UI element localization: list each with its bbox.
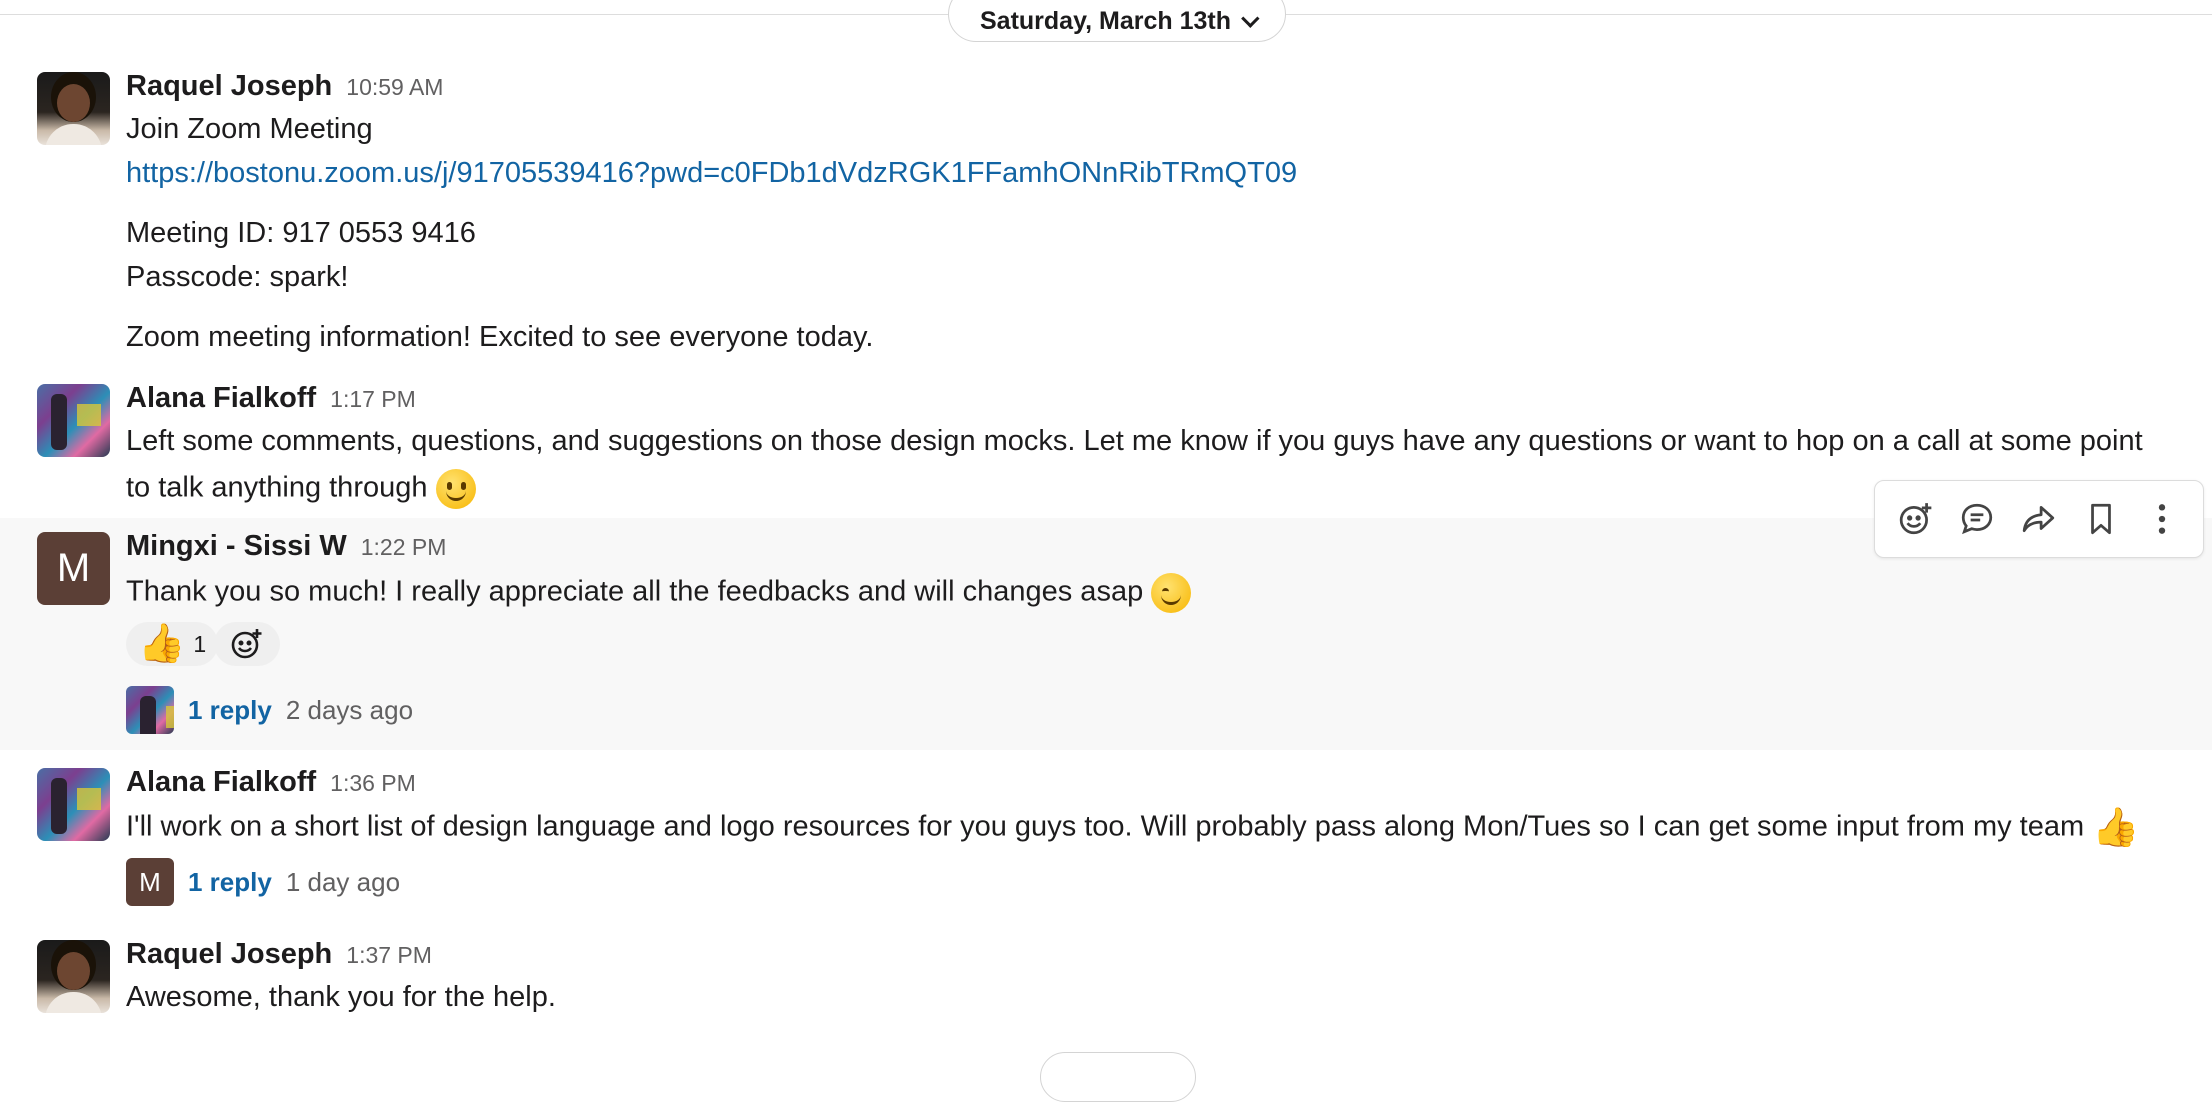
message-link[interactable]: https://bostonu.zoom.us/j/91705539416?pw… — [126, 157, 1297, 190]
slightly-smiling-face-icon — [435, 469, 476, 509]
thread-avatar: M — [126, 858, 174, 906]
more-actions-icon — [2158, 504, 2166, 534]
thumbsup-icon: 👍 — [2092, 807, 2140, 849]
share-icon — [2022, 505, 2055, 533]
message: Raquel Joseph 10:59 AM Join Zoom Meeting … — [0, 60, 2212, 360]
more-actions-button[interactable] — [2138, 495, 2186, 543]
message-timestamp[interactable]: 1:36 PM — [330, 770, 416, 796]
message-actions-toolbar — [1874, 480, 2204, 558]
message-text: I'll work on a short list of design lang… — [126, 807, 2140, 849]
add-reaction-button[interactable] — [214, 622, 280, 666]
next-date-divider[interactable] — [1040, 1052, 1196, 1102]
avatar[interactable] — [37, 940, 110, 1013]
message-author[interactable]: Alana Fialkoff 1:36 PM — [126, 766, 416, 799]
reply-in-thread-icon — [1962, 503, 1993, 535]
message-text: to talk anything through — [126, 469, 476, 509]
bookmark-icon — [2090, 503, 2111, 535]
thread-avatar — [126, 686, 174, 734]
bookmark-button[interactable] — [2077, 495, 2125, 543]
message-text: Join Zoom Meeting — [126, 113, 373, 145]
thread-reply-link[interactable]: 1 reply — [188, 867, 272, 898]
message-text: Left some comments, questions, and sugge… — [126, 425, 2143, 457]
thread-reply-link[interactable]: 1 reply — [188, 695, 272, 726]
thread-last-reply-time: 1 day ago — [285, 866, 401, 897]
message: Raquel Joseph 1:37 PM Awesome, thank you … — [0, 928, 2212, 1038]
message-timestamp[interactable]: 10:59 AM — [346, 74, 443, 100]
message-author[interactable]: Raquel Joseph 10:59 AM — [126, 70, 443, 103]
thread-last-reply-time: 2 days ago — [285, 694, 414, 725]
reaction-count: 1 — [193, 630, 207, 657]
message-timestamp[interactable]: 1:17 PM — [330, 386, 416, 412]
reaction-thumbsup[interactable]: 👍 1 — [126, 622, 219, 666]
message-text: Meeting ID: 917 0553 9416 — [126, 217, 476, 249]
message-author[interactable]: Raquel Joseph 1:37 PM — [126, 938, 432, 971]
add-reaction-button[interactable] — [1892, 495, 1940, 543]
thread-summary[interactable]: M 1 reply 1 day ago — [126, 858, 400, 906]
blush-icon — [1151, 573, 1192, 613]
message-author[interactable]: Mingxi - Sissi W 1:22 PM — [126, 530, 446, 563]
message-text: Passcode: spark! — [126, 261, 349, 293]
chevron-down-icon — [1241, 8, 1260, 28]
thumbsup-icon: 👍 — [138, 623, 186, 665]
date-divider-button[interactable]: Saturday, March 13th — [948, 0, 1286, 42]
message-text: Thank you so much! I really appreciate a… — [126, 573, 1192, 613]
add-reaction-icon — [231, 629, 262, 659]
reply-in-thread-button[interactable] — [1953, 495, 2001, 543]
avatar[interactable] — [37, 768, 110, 841]
message-author[interactable]: Alana Fialkoff 1:17 PM — [126, 382, 416, 415]
message-timestamp[interactable]: 1:37 PM — [346, 942, 432, 968]
message-text: Zoom meeting information! Excited to see… — [126, 321, 874, 353]
message-text: Awesome, thank you for the help. — [126, 981, 556, 1013]
message-timestamp[interactable]: 1:22 PM — [361, 534, 447, 560]
share-button[interactable] — [2015, 495, 2063, 543]
add-reaction-icon — [1899, 503, 1932, 535]
avatar[interactable] — [37, 72, 110, 145]
avatar[interactable] — [37, 384, 110, 457]
thread-summary[interactable]: 1 reply 2 days ago — [126, 686, 413, 734]
avatar[interactable]: M — [37, 532, 110, 605]
date-divider-label: Saturday, March 13th — [979, 6, 1231, 35]
